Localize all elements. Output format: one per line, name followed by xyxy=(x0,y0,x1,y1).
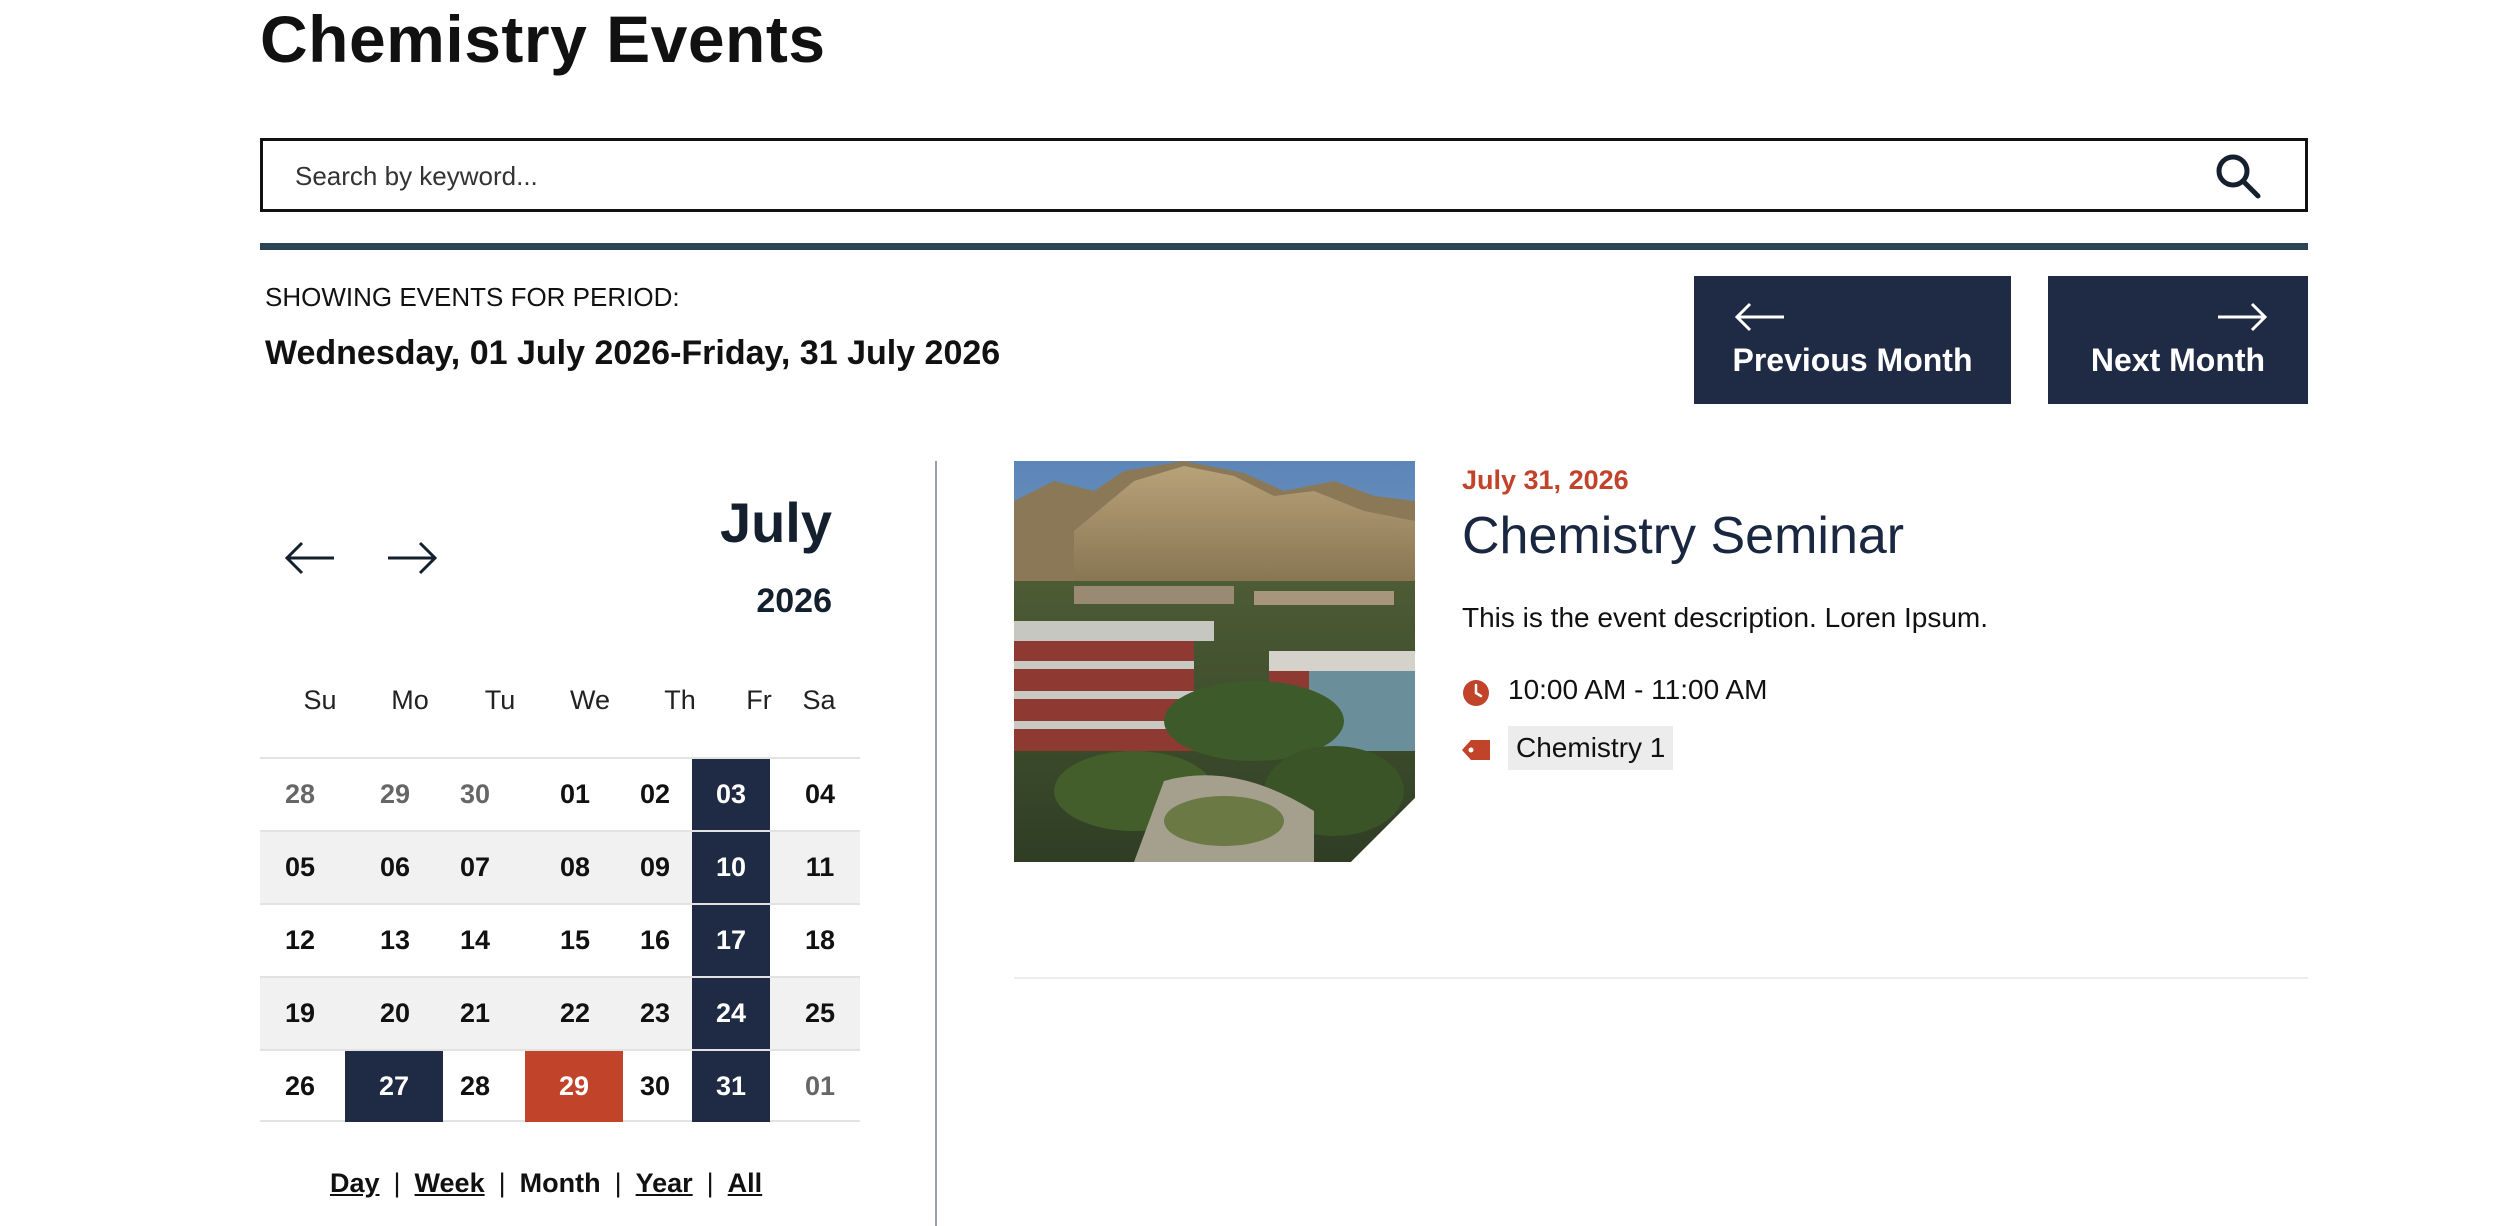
calendar-day[interactable]: 25 xyxy=(780,978,860,1049)
calendar-grid: 28 29 30 01 02 03 04 05 06 07 08 09 10 11 12 13 14 15 16 17… xyxy=(260,757,860,1125)
calendar-day[interactable]: 15 xyxy=(525,905,625,976)
event-separator xyxy=(1014,977,2308,979)
calendar-week-row: 12 13 14 15 16 17 18 xyxy=(260,903,860,976)
event-description: This is the event description. Loren Ips… xyxy=(1462,602,1989,633)
search-box xyxy=(260,138,2308,212)
view-week-link[interactable]: Week xyxy=(415,1168,485,1198)
calendar-day[interactable]: 02 xyxy=(615,759,695,830)
calendar-day[interactable]: 08 xyxy=(525,832,625,903)
view-month-current: Month xyxy=(519,1168,601,1198)
calendar-day[interactable]: 29 xyxy=(345,759,445,830)
calendar-next-arrow-icon[interactable] xyxy=(386,538,438,578)
calendar-day[interactable]: 10 xyxy=(692,832,770,903)
weekday-label: Mo xyxy=(391,685,429,715)
calendar-week-row: 26 27 28 29 30 31 01 xyxy=(260,1049,860,1122)
calendar-day[interactable]: 12 xyxy=(260,905,340,976)
search-input[interactable] xyxy=(293,141,2197,211)
calendar-day[interactable]: 24 xyxy=(692,978,770,1049)
calendar-day[interactable]: 29 xyxy=(525,1051,623,1122)
view-separator: | xyxy=(498,1168,506,1198)
weekday-label: We xyxy=(569,685,610,715)
event-tag[interactable]: Chemistry 1 xyxy=(1508,726,1674,770)
view-switcher: Day | Week | Month | Year | All xyxy=(330,1168,762,1199)
campus-photo xyxy=(1014,461,1415,862)
view-separator: | xyxy=(614,1168,622,1198)
calendar-day[interactable]: 19 xyxy=(260,978,340,1049)
calendar-day[interactable]: 01 xyxy=(780,1051,860,1122)
next-month-label: Next Month xyxy=(2090,342,2266,378)
calendar-day[interactable]: 22 xyxy=(525,978,625,1049)
arrow-right-icon xyxy=(2218,302,2268,332)
search-icon[interactable] xyxy=(2215,153,2261,199)
previous-month-button[interactable]: Previous Month xyxy=(1694,276,2011,404)
section-divider xyxy=(260,243,2308,250)
calendar-day[interactable]: 23 xyxy=(615,978,695,1049)
calendar-day[interactable]: 05 xyxy=(260,832,340,903)
calendar-day[interactable]: 17 xyxy=(692,905,770,976)
column-divider xyxy=(935,461,937,1226)
period-range: Wednesday, 01 July 2026-Friday, 31 July … xyxy=(265,334,1001,372)
calendar-day[interactable]: 27 xyxy=(345,1051,443,1122)
calendar-day[interactable]: 14 xyxy=(435,905,515,976)
page-title: Chemistry Events xyxy=(260,2,826,76)
calendar-day[interactable]: 09 xyxy=(615,832,695,903)
calendar-day[interactable]: 26 xyxy=(260,1051,340,1122)
period-label: SHOWING EVENTS FOR PERIOD: xyxy=(265,282,680,312)
weekday-label: Sa xyxy=(802,685,836,715)
calendar-day[interactable]: 13 xyxy=(345,905,445,976)
view-day-link[interactable]: Day xyxy=(330,1168,380,1198)
calendar-day[interactable]: 30 xyxy=(435,759,515,830)
event-date: July 31, 2026 xyxy=(1462,465,1629,495)
calendar-day[interactable]: 20 xyxy=(345,978,445,1049)
clock-icon xyxy=(1463,680,1489,706)
arrow-left-icon xyxy=(1734,302,1784,332)
calendar-day[interactable]: 03 xyxy=(692,759,770,830)
calendar-week-row: 19 20 21 22 23 24 25 xyxy=(260,976,860,1049)
view-all-link[interactable]: All xyxy=(728,1168,763,1198)
calendar-day[interactable]: 30 xyxy=(615,1051,695,1122)
calendar-day[interactable]: 11 xyxy=(780,832,860,903)
calendar-week-row: 28 29 30 01 02 03 04 xyxy=(260,757,860,830)
calendar-day[interactable]: 18 xyxy=(780,905,860,976)
calendar-day[interactable]: 06 xyxy=(345,832,445,903)
event-image[interactable] xyxy=(1014,461,1415,862)
calendar-month: July xyxy=(719,491,832,554)
view-year-link[interactable]: Year xyxy=(636,1168,693,1198)
weekday-header: Su Mo Tu We Th Fr Sa xyxy=(260,685,860,725)
view-separator: | xyxy=(706,1168,714,1198)
view-separator: | xyxy=(393,1168,401,1198)
weekday-label: Su xyxy=(303,685,337,715)
calendar-week-row: 05 06 07 08 09 10 11 xyxy=(260,830,860,903)
previous-month-label: Previous Month xyxy=(1732,342,1973,378)
calendar-prev-arrow-icon[interactable] xyxy=(284,538,336,578)
calendar-day[interactable]: 28 xyxy=(435,1051,515,1122)
event-time: 10:00 AM - 11:00 AM xyxy=(1508,674,1768,705)
weekday-label: Th xyxy=(664,685,696,715)
calendar-year: 2026 xyxy=(756,582,832,620)
calendar-day[interactable]: 01 xyxy=(525,759,625,830)
calendar-day[interactable]: 31 xyxy=(692,1051,770,1122)
event-title[interactable]: Chemistry Seminar xyxy=(1462,506,1904,566)
calendar-day[interactable]: 28 xyxy=(260,759,340,830)
calendar-day[interactable]: 04 xyxy=(780,759,860,830)
calendar-day[interactable]: 16 xyxy=(615,905,695,976)
next-month-button[interactable]: Next Month xyxy=(2048,276,2308,404)
tag-icon xyxy=(1462,740,1490,760)
calendar-day[interactable]: 07 xyxy=(435,832,515,903)
calendar-day[interactable]: 21 xyxy=(435,978,515,1049)
weekday-label: Tu xyxy=(484,685,516,715)
